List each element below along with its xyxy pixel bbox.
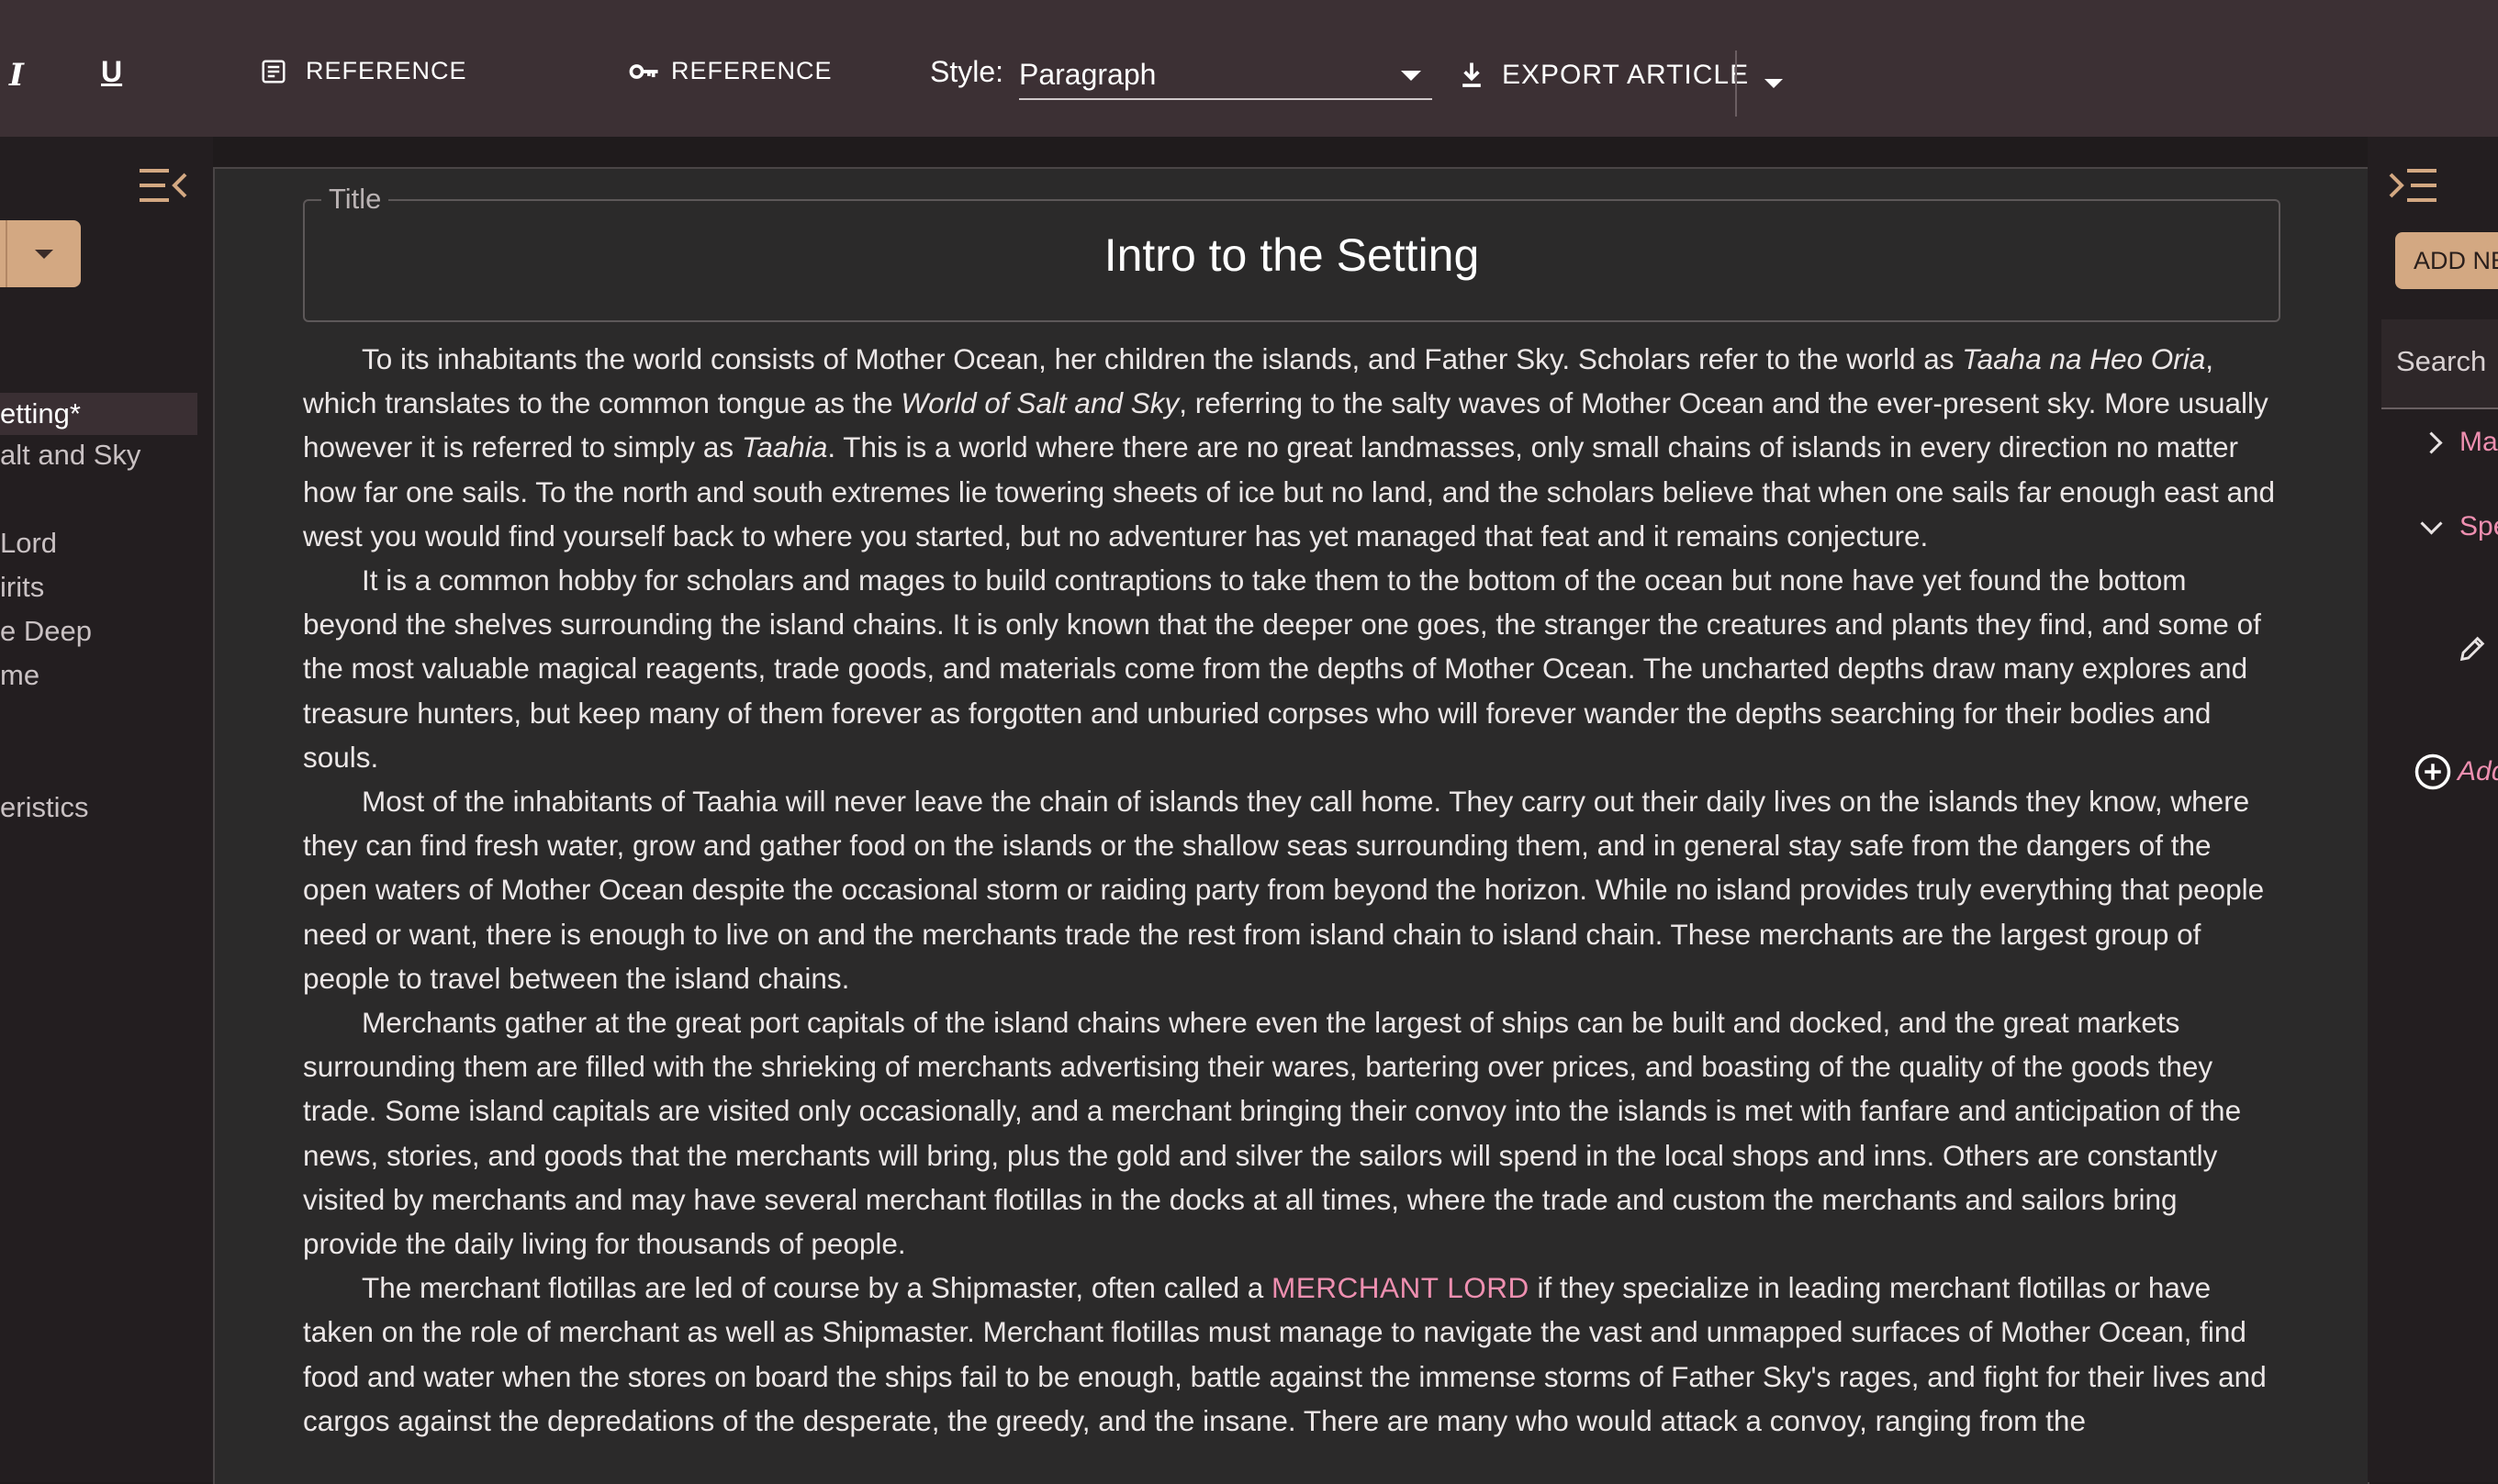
add-new-button[interactable]: ADD NE [2395,232,2498,289]
sidebar-item-2[interactable]: alt and Sky [0,439,140,472]
chevron-down-icon [2420,511,2443,535]
underline-icon: U [101,55,123,88]
tree-item-label: Spe [2459,511,2498,541]
italic-button[interactable]: I [9,57,24,94]
export-split-divider [1735,50,1737,117]
tree-item-label: Mag [2459,427,2498,457]
style-select[interactable]: Paragraph [1019,50,1432,100]
chevron-down-icon [35,250,53,259]
document-reference-icon [262,60,286,83]
download-icon [1462,62,1481,87]
add-entry-button[interactable]: Add [2414,753,2498,791]
paragraph-1-italic-c: Taahia [741,430,828,464]
reference-button-1-label: REFERENCE [306,57,467,84]
title-field-label: Title [321,183,389,216]
sidebar-item-5[interactable]: e Deep [0,615,92,648]
italic-icon: I [9,57,24,94]
paragraph-4: Merchants gather at the great port capit… [303,1006,2242,1261]
pencil-icon[interactable] [2457,633,2488,664]
export-article-button[interactable]: EXPORT ARTICLE [1458,60,1749,91]
key-reference-icon [629,63,658,79]
toolbar: I U REFERENCE REFERENCE Style: Paragraph [0,0,2498,137]
title-field[interactable]: Title Intro to the Setting [303,183,2280,322]
paragraph-2: It is a common hobby for scholars and ma… [303,563,2261,774]
reference-button-2-label: REFERENCE [671,57,833,84]
sidebar-item-7[interactable]: eristics [0,791,88,824]
left-dropdown-button[interactable] [0,220,81,287]
paragraph-1: To its inhabitants the world consists of… [303,337,2277,558]
merchant-lord-reference-link[interactable]: MERCHANT LORD [1271,1271,1529,1304]
export-menu-caret-icon[interactable] [1764,79,1783,88]
sidebar-item-3[interactable]: Lord [0,527,57,560]
paragraph-5: The merchant flotillas are led of course… [303,1266,2277,1443]
collapse-right-icon[interactable] [2387,165,2438,206]
add-entry-label: Add [2458,756,2498,787]
paragraph-5-text-a: The merchant flotillas are led of course… [362,1271,1272,1305]
style-select-value: Paragraph [1019,57,1157,91]
sidebar-item-1[interactable]: etting* [0,393,197,435]
search-field[interactable] [2381,319,2498,409]
paragraph-1-italic-b: World of Salt and Sky [901,386,1180,420]
paragraph-1-italic-a: Taaha na Heo Oria [1962,342,2206,375]
paragraph-3: Most of the inhabitants of Taahia will n… [303,785,2265,995]
article-title[interactable]: Intro to the Setting [305,229,2279,282]
style-label: Style: [930,55,1004,88]
sidebar-item-6[interactable]: me [0,659,39,692]
underline-button[interactable]: U [101,55,122,89]
sidebar-item-4[interactable]: irits [0,571,44,604]
tree-item-expanded[interactable]: Spe [2420,511,2498,542]
paragraph-1-text-a: To its inhabitants the world consists of… [362,342,1963,375]
article-body[interactable]: To its inhabitants the world consists of… [303,337,2277,1443]
reference-button-2[interactable]: REFERENCE [629,57,833,85]
reference-button-1[interactable]: REFERENCE [260,57,467,85]
chevron-right-icon [2420,430,2443,454]
button-divider [6,220,7,287]
collapse-left-icon[interactable] [138,165,189,206]
export-article-label: EXPORT ARTICLE [1502,60,1750,90]
chevron-down-icon [1401,71,1421,81]
tree-item-collapsed[interactable]: Mag [2420,427,2498,458]
search-input[interactable] [2381,319,2498,378]
add-circle-icon [2414,753,2451,790]
article-editor: Title Intro to the Setting To its inhabi… [213,167,2369,1484]
